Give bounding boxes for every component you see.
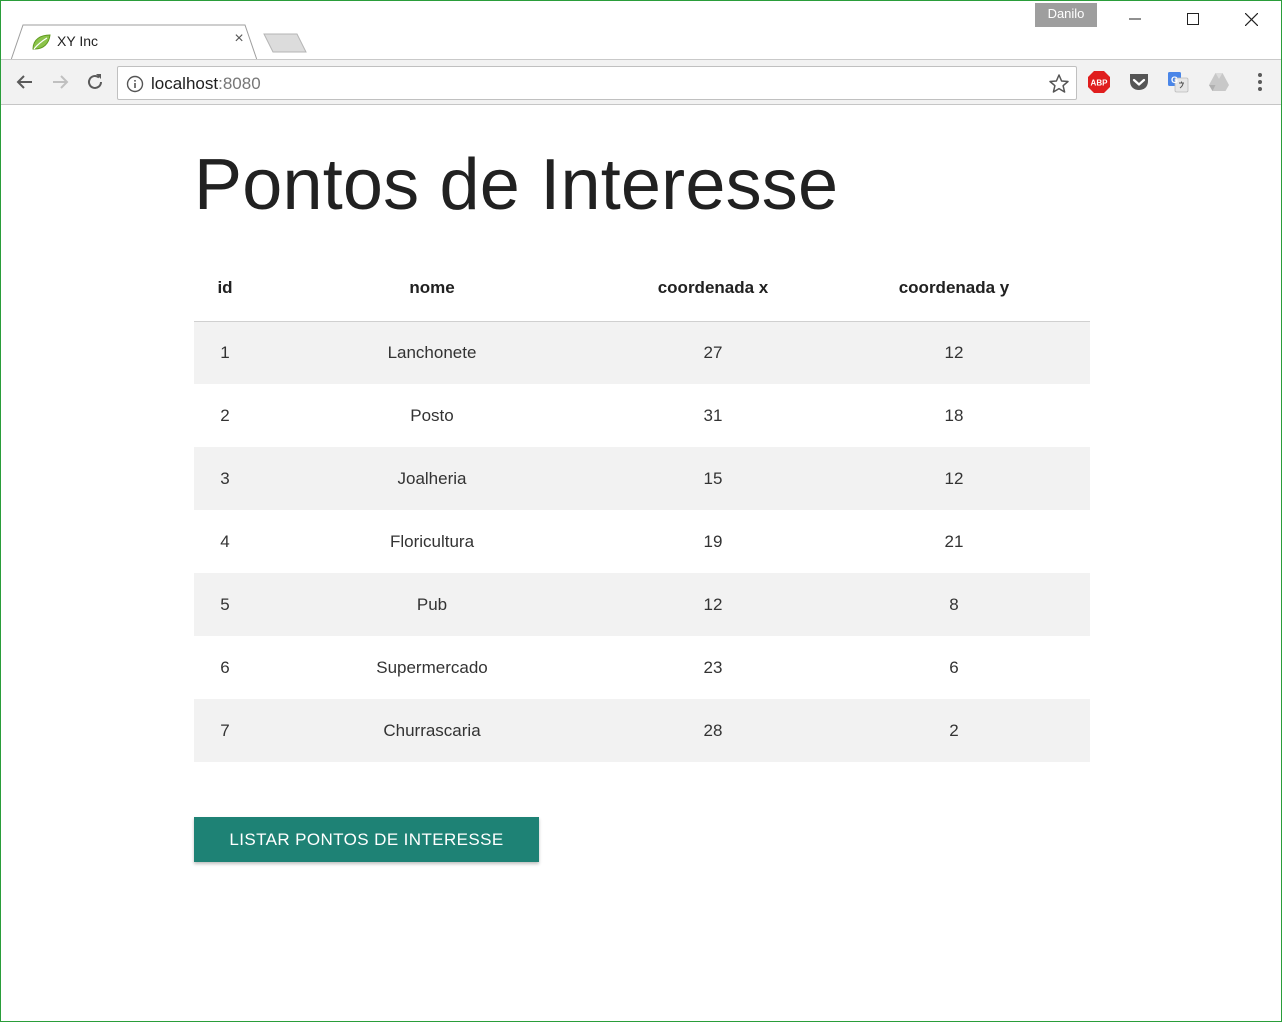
adblock-plus-icon[interactable]: ABP <box>1087 70 1111 94</box>
url-text: localhost:8080 <box>151 74 261 94</box>
address-bar[interactable]: localhost:8080 <box>117 66 1077 100</box>
forward-button[interactable] <box>48 70 72 94</box>
table-row: 7 Churrascaria 28 2 <box>194 699 1090 762</box>
google-translate-icon[interactable]: G <box>1166 70 1190 94</box>
points-table: id nome coordenada x coordenada y 1 Lanc… <box>194 256 1090 762</box>
cell-y: 6 <box>949 657 959 677</box>
cell-nome: Posto <box>410 405 454 425</box>
cell-x: 31 <box>703 405 723 425</box>
cell-y: 8 <box>818 573 1090 636</box>
arrow-right-icon <box>53 75 69 89</box>
pocket-icon[interactable] <box>1127 70 1151 94</box>
header-nome: nome <box>256 256 608 322</box>
browser-window: XY Inc × Danilo localhost:8080 ABP G Pon… <box>0 0 1282 1022</box>
table-row: 5 Pub 12 8 <box>194 573 1090 636</box>
table-row: 6 Supermercado 23 6 <box>194 636 1090 699</box>
cell-nome: Floricultura <box>389 531 475 551</box>
spring-leaf-icon <box>31 33 51 51</box>
cell-y: 12 <box>818 447 1090 510</box>
browser-tab[interactable]: XY Inc × <box>11 24 257 60</box>
reload-button[interactable] <box>83 70 107 94</box>
table-row: 1 Lanchonete 27 12 <box>194 321 1090 384</box>
tab-strip: XY Inc × Danilo <box>1 1 1281 60</box>
table-row: 2 Posto 31 18 <box>194 384 1090 447</box>
cell-id: 2 <box>220 405 230 425</box>
svg-text:G: G <box>1171 75 1178 85</box>
browser-toolbar: localhost:8080 ABP G <box>1 59 1281 105</box>
arrow-left-icon <box>16 75 32 89</box>
cell-nome: Pub <box>256 573 608 636</box>
adblock-label: ABP <box>1091 79 1109 88</box>
table-row: 3 Joalheria 15 12 <box>194 447 1090 510</box>
minimize-button[interactable] <box>1106 1 1164 37</box>
menu-dots-icon[interactable] <box>1248 70 1272 94</box>
table-header-row: id nome coordenada x coordenada y <box>194 256 1090 322</box>
cell-y: 12 <box>818 321 1090 384</box>
cell-id: 3 <box>194 447 256 510</box>
cell-nome: Churrascaria <box>256 699 608 762</box>
star-icon[interactable] <box>1048 73 1070 95</box>
header-id: id <box>194 256 256 322</box>
page-content: Pontos de Interesse id nome coordenada x… <box>1 106 1281 1021</box>
new-tab-button[interactable] <box>263 33 307 53</box>
close-window-button[interactable] <box>1222 1 1280 37</box>
close-icon <box>1244 12 1258 26</box>
header-coordenada-x: coordenada x <box>608 256 818 322</box>
cell-y: 2 <box>818 699 1090 762</box>
cell-x: 19 <box>703 531 723 551</box>
page-title: Pontos de Interesse <box>194 145 839 225</box>
maximize-icon <box>1187 13 1199 25</box>
profile-badge[interactable]: Danilo <box>1035 3 1097 27</box>
url-port: :8080 <box>218 74 261 93</box>
google-drive-icon[interactable] <box>1207 70 1231 94</box>
cell-x: 28 <box>608 699 818 762</box>
maximize-button[interactable] <box>1164 1 1222 37</box>
tab-close-icon[interactable]: × <box>231 31 247 47</box>
list-points-button[interactable]: LISTAR PONTOS DE INTERESSE <box>194 817 539 862</box>
header-coordenada-y: coordenada y <box>818 256 1090 322</box>
cell-x: 12 <box>608 573 818 636</box>
cell-id: 5 <box>194 573 256 636</box>
cell-x: 15 <box>608 447 818 510</box>
cell-nome: Joalheria <box>256 447 608 510</box>
cell-x: 27 <box>608 321 818 384</box>
tab-title: XY Inc <box>57 33 98 49</box>
cell-x: 23 <box>703 657 723 677</box>
info-icon[interactable] <box>126 75 144 93</box>
reload-icon <box>88 74 102 89</box>
cell-nome: Supermercado <box>376 657 488 677</box>
url-host: localhost <box>151 74 219 93</box>
cell-id: 4 <box>220 531 230 551</box>
cell-y: 18 <box>944 405 964 425</box>
cell-id: 7 <box>194 699 256 762</box>
cell-id: 1 <box>194 321 256 384</box>
table-row: 4 Floricultura 19 21 <box>194 510 1090 573</box>
cell-id: 6 <box>220 657 230 677</box>
minimize-icon <box>1129 18 1141 20</box>
cell-y: 21 <box>944 531 964 551</box>
cell-nome: Lanchonete <box>256 321 608 384</box>
back-button[interactable] <box>13 70 37 94</box>
